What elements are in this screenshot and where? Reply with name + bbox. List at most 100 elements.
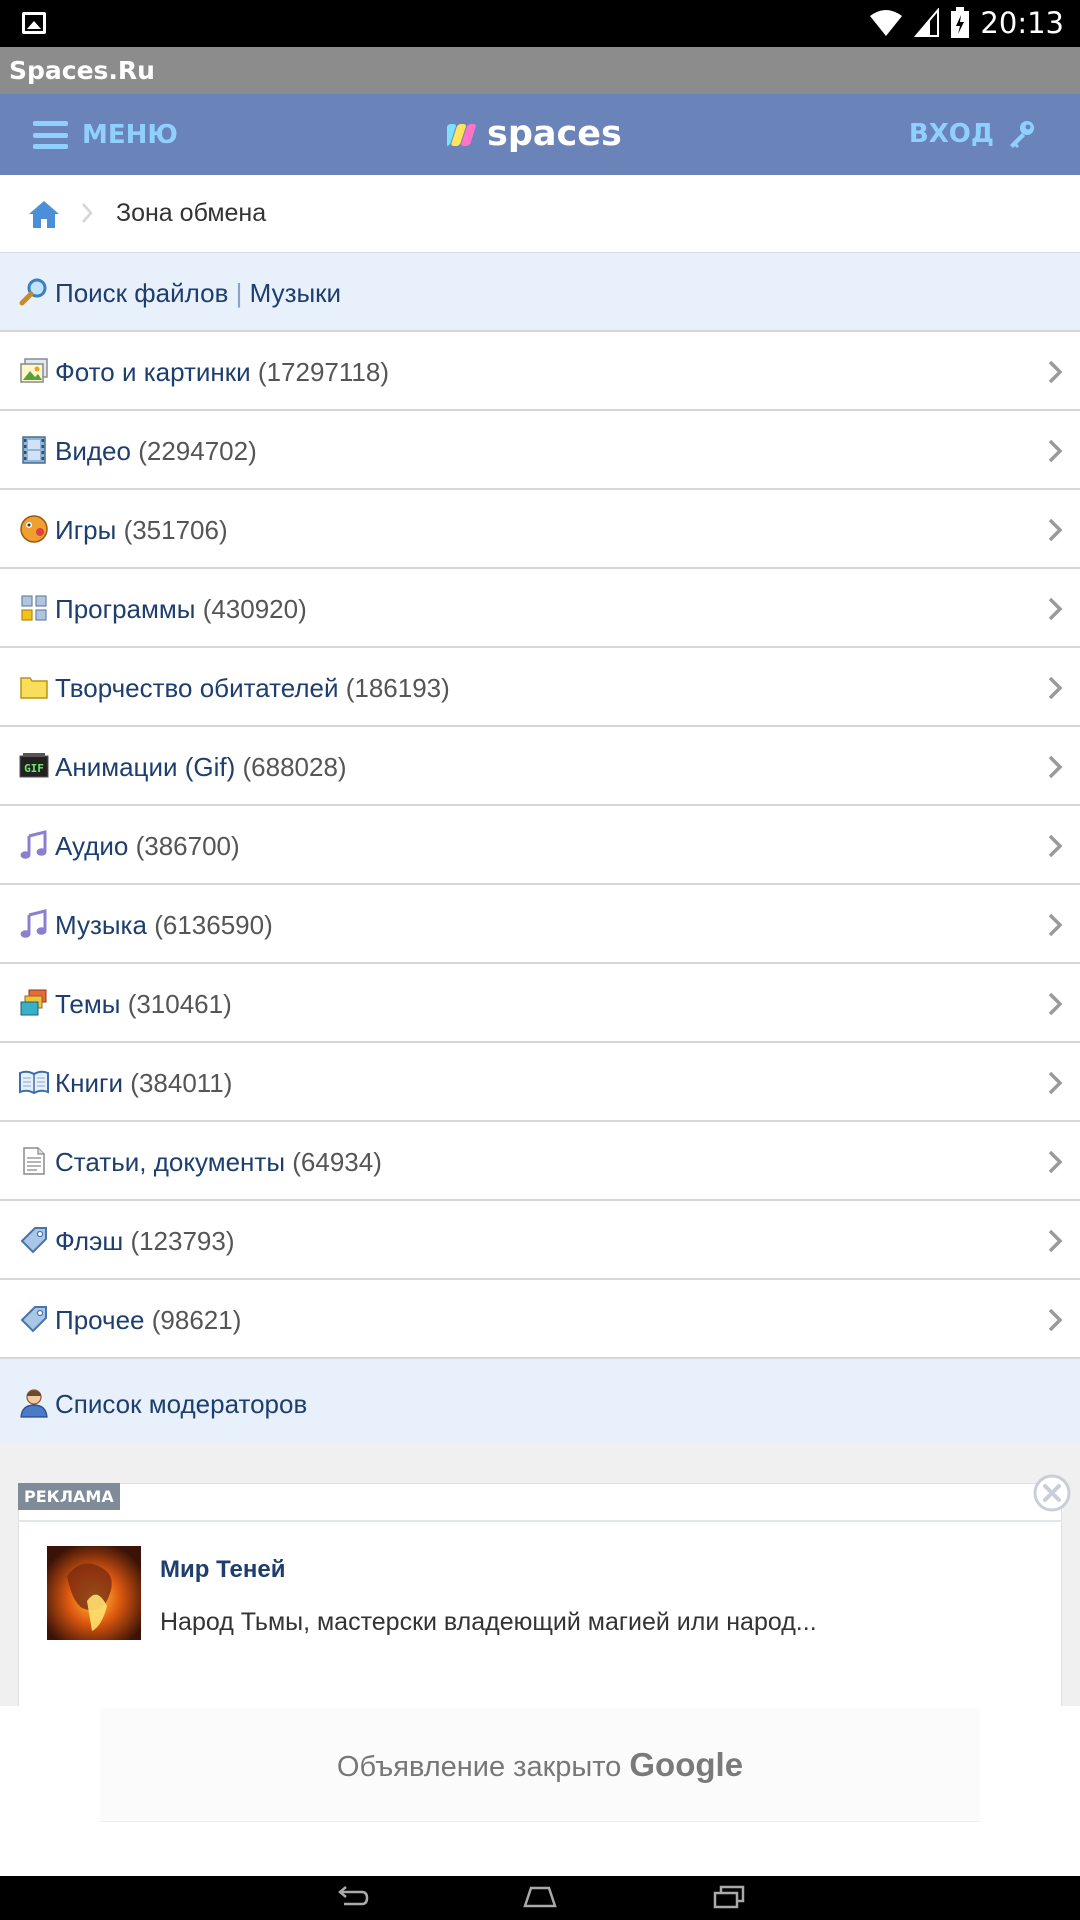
back-icon[interactable] [334,1884,370,1910]
ad-box: РЕКЛАМА Мир Теней Народ Тьмы, мастерски … [18,1483,1062,1713]
chevron-right-icon [1048,1229,1063,1253]
category-count: (123793) [130,1226,235,1256]
chevron-right-icon [1048,1071,1063,1095]
ad-section: РЕКЛАМА Мир Теней Народ Тьмы, мастерски … [0,1443,1080,1713]
themes-icon [20,989,47,1016]
google-logo: Google [629,1746,744,1783]
category-count: (384011) [130,1068,233,1098]
login-button[interactable]: ВХОД [909,114,1036,154]
chevron-right-icon [1048,439,1063,463]
chevron-right-icon [1048,1308,1063,1332]
spaces-logo[interactable]: spaces [447,112,622,156]
music-note-icon [20,909,47,938]
gif-icon: GIF [19,753,49,778]
status-bar: 20:13 [0,0,1080,47]
chevron-right-icon [1048,992,1063,1016]
window-title-bar: Spaces.Ru [0,47,1080,94]
svg-text:GIF: GIF [24,762,44,775]
category-label: Программы [55,594,196,624]
category-label: Анимации (Gif) [55,752,236,782]
window-title: Spaces.Ru [9,56,155,85]
category-flash[interactable]: Флэш (123793) [0,1201,1080,1280]
ad-title[interactable]: Мир Теней [160,1556,285,1584]
home-icon[interactable] [28,199,60,229]
category-count: (186193) [345,673,450,703]
tag-icon [20,1227,47,1254]
category-count: (17297118) [257,357,389,387]
close-ad-icon[interactable] [1033,1474,1071,1512]
logo-text: spaces [487,114,622,154]
category-photo[interactable]: Фото и картинки (17297118) [0,332,1080,411]
category-themes[interactable]: Темы (310461) [0,964,1080,1043]
category-video[interactable]: Видео (2294702) [0,411,1080,490]
category-audio[interactable]: Аудио (386700) [0,806,1080,885]
menu-label: МЕНЮ [82,120,178,150]
chevron-right-icon [1048,518,1063,542]
home-nav-icon[interactable] [521,1884,559,1910]
category-label: Статьи, документы [55,1147,286,1177]
breadcrumb-current: Зона обмена [116,199,267,227]
app-header: МЕНЮ spaces ВХОД [0,94,1080,175]
key-icon [1010,121,1034,148]
magnifier-icon [19,278,47,306]
search-separator: | [235,278,243,308]
apps-grid-icon [21,595,47,621]
category-label: Музыка [55,910,147,940]
recent-apps-icon[interactable] [712,1884,746,1910]
category-count: (2294702) [138,436,257,466]
film-icon [22,436,46,464]
breadcrumb-separator-icon [82,203,93,223]
category-label: Темы [55,989,121,1019]
chevron-right-icon [1048,360,1063,384]
breadcrumb: Зона обмена [0,175,1080,253]
category-creative[interactable]: Творчество обитателей (186193) [0,648,1080,727]
category-music[interactable]: Музыка (6136590) [0,885,1080,964]
search-files-link[interactable]: Поиск файлов [55,278,228,308]
battery-charging-icon [951,7,970,38]
tag-icon [20,1306,47,1333]
category-count: (98621) [151,1305,242,1335]
category-count: (430920) [202,594,307,624]
chevron-right-icon [1048,597,1063,621]
category-label: Аудио [55,831,129,861]
chevron-right-icon [1048,755,1063,779]
pictures-icon [20,358,48,383]
category-label: Флэш [55,1226,124,1256]
login-label: ВХОД [908,119,994,149]
category-programs[interactable]: Программы (430920) [0,569,1080,648]
category-count: (6136590) [154,910,273,940]
document-icon [23,1147,45,1175]
wifi-icon [870,10,903,36]
search-row: Поиск файлов | Музыки [0,253,1080,332]
category-count: (310461) [127,989,232,1019]
moderators-link: Список модераторов [55,1389,308,1419]
ad-description: Народ Тьмы, мастерски владеющий магией и… [160,1608,817,1636]
navigation-bar [0,1876,1080,1920]
gallery-notification-icon [22,12,46,34]
search-music-link[interactable]: Музыки [250,278,341,308]
category-count: (64934) [292,1147,382,1177]
category-label: Творчество обитателей [55,673,339,703]
category-books[interactable]: Книги (384011) [0,1043,1080,1122]
ad-thumbnail[interactable] [47,1546,141,1640]
ad-closed-overlay: Объявление закрыто Google [0,1706,1080,1876]
chevron-right-icon [1048,834,1063,858]
category-list: Поиск файлов | Музыки Фото и картинки (1… [0,253,1080,1448]
menu-button[interactable]: МЕНЮ [33,116,178,154]
category-label: Игры [55,515,117,545]
clock: 20:13 [980,6,1064,40]
category-count: (351706) [123,515,228,545]
moderators-row[interactable]: Список модераторов [0,1359,1080,1448]
category-other[interactable]: Прочее (98621) [0,1280,1080,1359]
hamburger-icon [33,121,68,149]
category-documents[interactable]: Статьи, документы (64934) [0,1122,1080,1201]
signal-icon [914,8,940,37]
category-label: Видео [55,436,131,466]
category-count: (688028) [242,752,347,782]
category-games[interactable]: Игры (351706) [0,490,1080,569]
chevron-right-icon [1048,676,1063,700]
chevron-right-icon [1048,1150,1063,1174]
gamepad-icon [20,515,48,543]
category-label: Книги [55,1068,124,1098]
category-gif[interactable]: GIF Анимации (Gif) (688028) [0,727,1080,806]
